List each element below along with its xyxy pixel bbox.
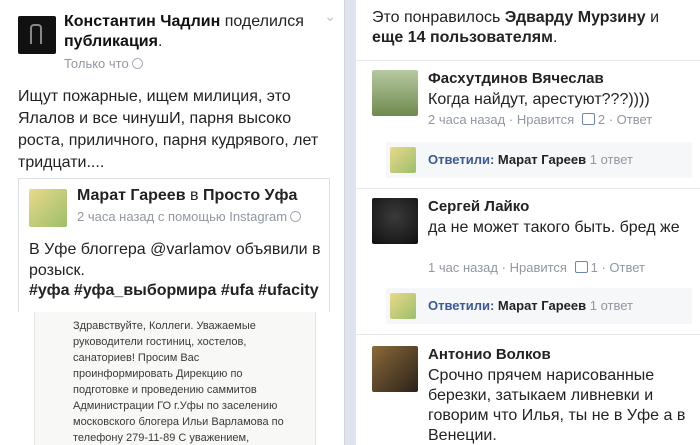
reply-text: Ответили: Марат Гареев 1 ответ (428, 152, 633, 167)
document-image[interactable]: Здравствуйте, Коллеги. Уважаемые руковод… (0, 312, 344, 445)
commenter-name[interactable]: Антонио Волков (428, 346, 551, 363)
globe-icon (290, 211, 302, 222)
reply-avatar (390, 147, 416, 173)
shared-author-line: Марат Гареев в Просто Уфа (77, 187, 297, 205)
thumbs-up-icon (581, 113, 595, 125)
shared-text: В Уфе блоггера @varlamov объявили в розы… (29, 241, 321, 279)
shared-meta: 2 часа назад с помощью Instagram (77, 209, 302, 224)
document-line: московского блогера Ильи Варламова по (73, 416, 284, 428)
shared-meta-text: 2 часа назад с помощью Instagram (77, 209, 288, 224)
post-text: Ищут пожарные, ищем милиция, это Ялалов … (18, 88, 319, 171)
commenter-avatar[interactable] (372, 346, 418, 392)
document-line: проинформировать Дирекцию по (73, 368, 243, 380)
reply-summary[interactable]: Ответили: Марат Гареев 1 ответ (386, 142, 692, 178)
reply-button[interactable]: Ответ (609, 260, 645, 275)
reply-summary[interactable]: Ответили: Марат Гареев 1 ответ (386, 288, 692, 324)
comment-text: Срочно прячем нарисованные березки, заты… (428, 367, 686, 444)
meta-separator: · (601, 260, 606, 275)
like-button[interactable]: Нравится (510, 260, 567, 275)
comment-meta: 1 час назад · Нравится 1 · Ответ (428, 260, 645, 275)
comment-text: Когда найдут, арестуют???)))) (428, 91, 650, 108)
comment-time[interactable]: 2 часа назад (428, 112, 505, 127)
comments-panel: Это понравилось Эдварду Мурзину и еще 14… (356, 0, 700, 445)
document-line: Администрации ГО г.Уфы по заселению (73, 400, 278, 412)
likes-summary: Это понравилось Эдварду Мурзину и еще 14… (372, 8, 692, 48)
document-page: Здравствуйте, Коллеги. Уважаемые руковод… (34, 312, 316, 445)
author-name[interactable]: Константин Чадлин (64, 13, 220, 30)
comment-text: да не может такого быть. бред же (428, 219, 680, 236)
commenter-name[interactable]: Сергей Лайко (428, 198, 529, 215)
like-button[interactable]: Нравится (517, 112, 574, 127)
comment-meta: 2 часа назад · Нравится 2 · Ответ (428, 112, 652, 127)
author-avatar[interactable] (18, 16, 56, 54)
likes-prefix: Это понравилось (372, 9, 501, 26)
author-line-period: . (157, 33, 163, 50)
comment-time[interactable]: 1 час назад (428, 260, 498, 275)
chevron-down-icon[interactable]: ⌄ (324, 8, 336, 25)
post-panel: Константин Чадлин поделился публикация. … (0, 0, 345, 445)
meta-separator: · (501, 260, 506, 275)
likes-others[interactable]: еще 14 пользователям (372, 29, 553, 46)
likes-period: . (552, 29, 558, 46)
reply-name[interactable]: Марат Гареев (498, 152, 586, 167)
thumbs-up-icon (574, 261, 588, 273)
document-line: Здравствуйте, Коллеги. Уважаемые (73, 320, 256, 332)
document-line: санаториев! Просим Вас (73, 352, 200, 364)
reply-label: Ответили: (428, 152, 495, 167)
shared-group-name[interactable]: Просто Уфа (203, 187, 297, 204)
shared-object[interactable]: публикация (64, 33, 158, 50)
commenter-avatar[interactable] (372, 198, 418, 244)
commenter-name[interactable]: Фасхутдинов Вячеслав (428, 70, 604, 87)
meta-separator: · (608, 112, 614, 127)
shared-author-name[interactable]: Марат Гареев (77, 187, 186, 204)
document-line: подготовке и проведению саммитов (73, 384, 257, 396)
reply-count[interactable]: 1 ответ (590, 152, 633, 167)
divider (356, 60, 700, 61)
reply-avatar (390, 293, 416, 319)
document-line: телефону 279-11-89 С уважением, (73, 432, 250, 444)
reply-button[interactable]: Ответ (617, 112, 653, 127)
reply-label: Ответили: (428, 298, 495, 313)
shared-author-avatar[interactable] (29, 189, 67, 227)
reply-name[interactable]: Марат Гареев (498, 298, 586, 313)
shared-in-word: в (190, 187, 199, 204)
like-count[interactable]: 2 (598, 112, 605, 127)
likes-name[interactable]: Эдварду Мурзину (505, 9, 646, 26)
reply-count[interactable]: 1 ответ (590, 298, 633, 313)
post-time: Только что (64, 56, 143, 71)
meta-separator: · (508, 112, 514, 127)
divider (356, 188, 700, 189)
likes-and: и (650, 9, 660, 26)
document-line: руководители гостиниц, хостелов, (73, 336, 247, 348)
post-timestamp[interactable]: Только что (64, 56, 129, 71)
commenter-avatar[interactable] (372, 70, 418, 116)
author-action: поделился (224, 13, 304, 30)
shared-hashtags[interactable]: #уфа #уфа_выбормира #ufa #ufacity (29, 282, 319, 300)
like-count[interactable]: 1 (591, 260, 598, 275)
post-author-line: Константин Чадлин поделился публикация. (64, 12, 314, 52)
globe-icon (131, 58, 143, 69)
reply-text: Ответили: Марат Гареев 1 ответ (428, 298, 633, 313)
divider (356, 334, 700, 335)
